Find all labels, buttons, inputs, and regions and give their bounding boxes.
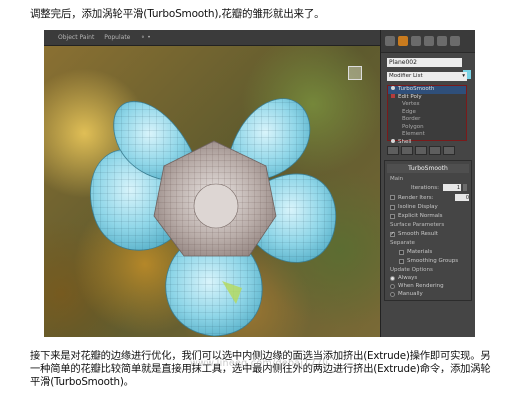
viewcube-icon[interactable]	[348, 66, 362, 80]
menu-object-paint[interactable]: Object Paint	[58, 34, 94, 41]
isoline-row: Isoline Display	[387, 204, 469, 210]
surface-params-label: Surface Parameters	[390, 222, 445, 228]
flower-model	[90, 98, 336, 337]
caption-bottom: 接下来是对花瓣的边缘进行优化，我们可以选中内侧边缘的面选当添加挤出(Extrud…	[30, 350, 491, 388]
update-options-label: Update Options	[390, 267, 433, 273]
iterations-label: Iterations:	[410, 184, 439, 191]
turbosmooth-rollout: TurboSmooth Main Iterations: Render Iter…	[384, 160, 472, 301]
show-end-result-icon[interactable]	[401, 146, 413, 155]
modifier-list-label: Modifier List	[389, 73, 423, 79]
iterations-spinner[interactable]	[463, 184, 467, 191]
stack-toolbar	[387, 146, 471, 155]
smooth-result-row: ✓ Smooth Result	[387, 231, 469, 237]
pin-stack-icon[interactable]	[387, 146, 399, 155]
smoothing-groups-row: Smoothing Groups	[387, 258, 469, 264]
smoothing-groups-label: Smoothing Groups	[407, 258, 459, 264]
remove-modifier-icon[interactable]	[429, 146, 441, 155]
display-tab-icon[interactable]	[437, 36, 447, 46]
iterations-input[interactable]	[443, 184, 461, 191]
isoline-checkbox[interactable]	[390, 204, 395, 210]
bulb-icon[interactable]	[391, 86, 395, 90]
separate-label: Separate	[390, 240, 415, 246]
petal-bottom	[165, 245, 263, 337]
smooth-result-label: Smooth Result	[398, 231, 438, 237]
manually-label: Manually	[398, 291, 423, 297]
watermark: www.lineeg.com/debaj177lj	[190, 358, 329, 369]
expand-icon[interactable]	[391, 93, 395, 98]
explicit-normals-checkbox[interactable]	[390, 213, 395, 219]
always-radio-row: Always	[387, 275, 469, 281]
stack-item-turbosmooth[interactable]: TurboSmooth	[388, 86, 466, 94]
materials-label: Materials	[407, 249, 433, 255]
object-name-field[interactable]: Plane002	[387, 58, 462, 67]
explicit-normals-label: Explicit Normals	[398, 213, 443, 219]
modifier-stack[interactable]: TurboSmooth Edit Poly Vertex Edge Border…	[387, 85, 467, 145]
motion-tab-icon[interactable]	[424, 36, 434, 46]
bulb-icon[interactable]	[391, 138, 395, 143]
create-tab-icon[interactable]	[385, 36, 395, 46]
stack-item-shell[interactable]: Shell	[388, 138, 466, 147]
explicit-normals-row: Explicit Normals	[387, 213, 469, 219]
always-radio[interactable]	[390, 275, 395, 281]
materials-checkbox[interactable]	[399, 249, 404, 255]
rollout-title[interactable]: TurboSmooth	[387, 164, 469, 173]
stack-subitem-vertex[interactable]: Vertex	[388, 101, 466, 109]
make-unique-icon[interactable]	[415, 146, 427, 155]
stack-subitem-border[interactable]: Border	[388, 116, 466, 124]
when-rendering-radio[interactable]	[390, 283, 395, 289]
modifier-list-dropdown[interactable]: Modifier List ▾	[387, 72, 467, 81]
stack-item-edit-poly[interactable]: Edit Poly	[388, 93, 466, 102]
utilities-tab-icon[interactable]	[450, 36, 460, 46]
max-screenshot: Object Paint Populate ⚬ • Plane002 Modif…	[44, 30, 475, 337]
render-iters-label: Render Iters:	[398, 194, 434, 201]
manually-radio[interactable]	[390, 291, 395, 297]
when-rendering-label: When Rendering	[398, 283, 444, 289]
configure-sets-icon[interactable]	[443, 146, 455, 155]
stack-subitem-edge[interactable]: Edge	[388, 109, 466, 117]
render-iters-checkbox[interactable]	[390, 195, 395, 200]
command-panel-tabs	[381, 30, 475, 53]
viewport-3d[interactable]	[44, 46, 380, 337]
smoothing-groups-checkbox[interactable]	[399, 258, 404, 264]
always-label: Always	[398, 275, 418, 281]
hierarchy-tab-icon[interactable]	[411, 36, 421, 46]
render-iters-input[interactable]	[455, 194, 469, 201]
manually-radio-row: Manually	[387, 291, 469, 297]
main-group-label: Main	[390, 176, 404, 182]
viewport-menu-bar: Object Paint Populate ⚬ •	[44, 30, 380, 46]
when-rendering-radio-row: When Rendering	[387, 283, 469, 289]
materials-row: Materials	[387, 249, 469, 255]
stack-subitem-polygon[interactable]: Polygon	[388, 124, 466, 132]
stack-subitem-element[interactable]: Element	[388, 131, 466, 139]
smooth-result-checkbox[interactable]: ✓	[390, 231, 395, 237]
menu-populate[interactable]: Populate	[104, 34, 130, 41]
command-panel: Plane002 Modifier List ▾ TurboSmooth Edi…	[380, 30, 475, 337]
modify-tab-icon[interactable]	[398, 36, 408, 46]
caption-top: 调整完后，添加涡轮平滑(TurboSmooth),花瓣的雏形就出来了。	[30, 8, 325, 20]
menu-extra[interactable]: ⚬ •	[140, 34, 150, 41]
render-iters-row: Render Iters:	[387, 194, 469, 201]
iterations-field: Iterations:	[387, 184, 469, 191]
isoline-label: Isoline Display	[398, 204, 438, 210]
chevron-down-icon: ▾	[462, 73, 465, 79]
